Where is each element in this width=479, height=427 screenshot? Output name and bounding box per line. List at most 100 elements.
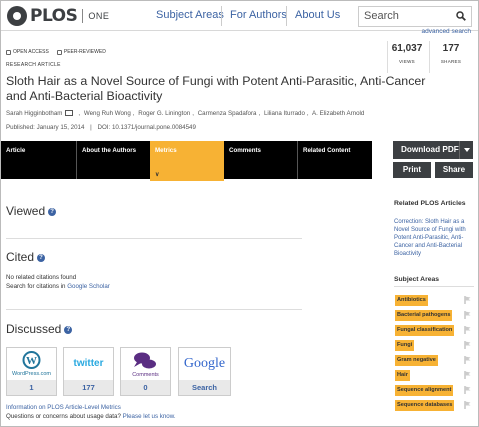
author[interactable]: Roger G. Linington [138,110,190,117]
download-pdf-button[interactable]: Download PDF [393,141,473,159]
tab-about-the-authors[interactable]: About the Authors [77,141,150,179]
nav-about-us[interactable]: About Us [295,9,340,21]
tab-metrics[interactable]: Metrics ∨ [150,141,224,181]
print-button[interactable]: Print [393,162,431,178]
subject-tag[interactable]: Fungi [395,340,415,351]
subject-tag[interactable]: Bacterial pathogens [395,310,453,321]
views-label: VIEWS [398,59,415,64]
discussed-heading: Discussed? [6,322,73,336]
google-name: Google [183,356,226,371]
google-search-button[interactable]: Search [179,380,230,395]
alm-info-text[interactable]: Information on PLOS Article-Level Metric… [6,404,121,411]
chevron-down-icon[interactable] [459,141,473,159]
advanced-search-link[interactable]: advanced search [421,28,471,35]
subject-areas-title: Subject Areas [394,276,440,283]
flag-icon[interactable] [464,371,471,379]
author[interactable]: Carmenza Spadafora [198,110,257,117]
email-icon[interactable] [65,110,74,116]
twitter-card[interactable]: twitter 177 [63,347,114,396]
publication-info: Published: January 15, 2014 | DOI: 10.13… [6,124,196,131]
wordpress-card[interactable]: W WordPress.com 1 [6,347,57,396]
twitter-name: twitter [73,358,104,369]
views-metric[interactable]: 61,037 VIEWS [386,43,428,64]
tab-comments[interactable]: Comments [224,141,296,179]
plos-one-logo[interactable]: PLOS ONE [7,6,109,26]
subject-tag[interactable]: Fungal classification [395,325,455,336]
download-pdf-label: Download PDF [401,145,459,154]
contact-link[interactable]: Please let us know. [123,413,176,420]
search-placeholder: Search [364,10,399,22]
nav-divider [286,6,287,26]
nav-for-authors[interactable]: For Authors [230,9,287,21]
subject-tag[interactable]: Sequence databases [395,400,455,411]
wordpress-name: WordPress.com [11,371,52,377]
author[interactable]: Liliana Iturrado [264,110,305,117]
share-button[interactable]: Share [435,162,473,178]
subject-tag[interactable]: Antibiotics [395,295,428,306]
logo-text: PLOS [30,6,78,26]
no-citations-text: No related citations found [6,274,77,281]
views-count: 61,037 [391,43,423,54]
tab-label: About the Authors [82,147,137,154]
shares-metric[interactable]: 177 SHARES [430,43,472,64]
subject-tag[interactable]: Hair [395,370,410,381]
comments-count[interactable]: 0 [121,380,170,395]
flag-icon[interactable] [464,401,471,409]
info-icon[interactable]: ? [64,326,73,334]
flag-icon[interactable] [464,326,471,334]
subject-tag[interactable]: Gram negative [395,355,438,366]
comments-logo: Comments [121,348,170,381]
author[interactable]: Weng Ruh Wong [84,110,131,117]
tab-label: Metrics [155,147,177,154]
tab-label: Comments [229,147,261,154]
questions-prefix: Questions or concerns about usage data? [6,413,123,420]
svg-text:W: W [26,355,37,367]
tab-article[interactable]: Article [1,141,76,179]
wordpress-logo: W WordPress.com [7,348,56,381]
author-list: Sarah Higginbotham, Weng Ruh Wong, Roger… [6,110,365,117]
nav-subject-areas[interactable]: Subject Areas [156,9,224,21]
section-divider [6,238,302,239]
tab-label: Related Content [303,147,351,154]
logo-divider [82,9,84,23]
author[interactable]: Sarah Higginbotham [6,110,62,117]
info-icon[interactable]: ? [37,254,46,262]
google-card[interactable]: Google Search [178,347,231,396]
cited-heading: Cited? [6,250,46,264]
published-date: Published: January 15, 2014 [6,124,85,131]
chevron-down-icon: ∨ [155,172,160,178]
search-icon[interactable] [456,11,466,21]
wordpress-count[interactable]: 1 [7,380,56,395]
tab-related-content[interactable]: Related Content [298,141,372,179]
google-logo: Google [179,348,230,381]
flag-icon[interactable] [464,311,471,319]
shares-label: SHARES [440,59,462,64]
flag-icon[interactable] [464,386,471,394]
viewed-heading: Viewed? [6,204,57,218]
search-input[interactable]: Search [358,6,472,27]
info-icon[interactable]: ? [48,208,57,216]
cited-title: Cited [6,250,35,264]
nav-divider [221,6,222,26]
flag-icon[interactable] [464,356,471,364]
open-access-badge: OPEN ACCESS [6,49,49,55]
doi: DOI: 10.1371/journal.pone.0084549 [97,124,196,131]
logo-journal: ONE [88,11,110,21]
google-scholar-link[interactable]: Google Scholar [67,283,110,290]
peer-review-icon [56,49,62,55]
discussed-title: Discussed [6,322,62,336]
related-article-link[interactable]: Correction: Sloth Hair as a Novel Source… [394,218,474,258]
plos-logo-icon [7,6,27,26]
twitter-count[interactable]: 177 [64,380,113,395]
flag-icon[interactable] [464,341,471,349]
comments-name: Comments [132,372,159,378]
author[interactable]: A. Elizabeth Arnold [312,110,364,117]
peer-reviewed-badge: PEER-REVIEWED [56,49,106,55]
subject-tag[interactable]: Sequence alignment [395,385,454,396]
twitter-logo: twitter [64,348,113,381]
shares-count: 177 [442,43,460,54]
article-badges: OPEN ACCESS PEER-REVIEWED [6,49,106,55]
flag-icon[interactable] [464,296,471,304]
lock-icon [6,49,11,55]
comments-card[interactable]: Comments 0 [120,347,171,396]
